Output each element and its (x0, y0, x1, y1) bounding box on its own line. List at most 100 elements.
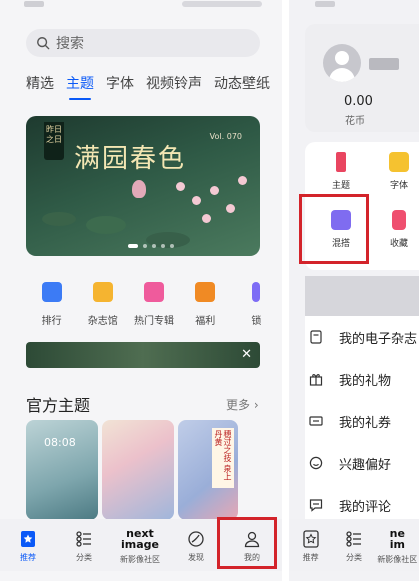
highlight-box-mix (299, 194, 369, 264)
favorite-icon (392, 210, 406, 230)
shortcut-label: 杂志馆 (87, 316, 118, 327)
status-bar (315, 1, 335, 7)
status-bar-right (182, 1, 262, 7)
placeholder-banner (305, 276, 419, 316)
more-label: 更多 (226, 398, 251, 412)
theme-card-row: 08:08 穗过之技 泉上丹黄 (26, 420, 238, 520)
menu-item-my-coupons[interactable]: 我的礼券 (305, 400, 419, 442)
card-poem: 穗过之技 泉上丹黄 (212, 428, 234, 488)
highlight-box-mine (217, 517, 277, 569)
mine-page-screen: 0.00 花币 主题 字体 混搭 收藏 我的电子杂志 我的礼物 我的礼券 兴趣偏… (289, 0, 419, 581)
username-redacted (369, 58, 399, 70)
tab-video-ringtones[interactable]: 视频铃声 (146, 73, 202, 93)
menu-item-my-magazines[interactable]: 我的电子杂志 (305, 316, 419, 358)
shortcut-label: 锁 (251, 316, 262, 327)
shortcut-magazine[interactable]: 杂志馆 (77, 282, 128, 327)
discover-icon (188, 530, 204, 547)
grid-item-favorites[interactable]: 收藏 (377, 210, 419, 249)
nav-next-image[interactable]: next image 新影像社区 (112, 519, 168, 571)
lotus-leaf (42, 212, 76, 226)
nav-recommend[interactable]: 推荐 (289, 519, 332, 571)
more-link[interactable]: 更多 › (226, 396, 259, 413)
shortcut-lock[interactable]: 锁 (231, 282, 282, 327)
status-bar-left (24, 1, 44, 7)
gift-icon (309, 374, 323, 386)
smile-icon (309, 456, 323, 470)
shortcut-welfare[interactable]: 福利 (180, 282, 231, 327)
blossom (210, 186, 219, 195)
grid-label: 收藏 (389, 239, 408, 249)
recommend-icon (21, 530, 35, 547)
card-clock: 08:08 (44, 436, 76, 449)
shortcut-label: 排行 (41, 316, 62, 327)
promo-strip[interactable]: ✕ (26, 342, 260, 368)
blossom (192, 196, 201, 205)
blossom (238, 176, 247, 185)
nav-recommend[interactable]: 推荐 (0, 519, 56, 571)
featured-banner[interactable]: 昨日之日 满园春色 Vol. 070 (26, 116, 260, 256)
status-bar (0, 0, 282, 22)
theme-card[interactable]: 08:08 (26, 420, 98, 520)
search-bar[interactable]: 搜索 (26, 29, 260, 57)
shortcut-label: 热门专辑 (134, 316, 174, 327)
next-image-logo: next image (121, 526, 159, 551)
nav-label: 发现 (188, 552, 204, 562)
banner-tag: 昨日之日 (44, 122, 64, 160)
shortcut-ranking[interactable]: 排行 (26, 282, 77, 327)
theme-store-home-screen: 搜索 精选 主题 字体 视频铃声 动态壁纸 昨日之日 满园春色 Vol. 070 (0, 0, 282, 581)
lock-icon (252, 282, 261, 302)
page-dot (152, 244, 156, 248)
shortcut-row: 排行 杂志馆 热门专辑 福利 锁 (26, 282, 282, 327)
bottom-nav: 推荐 分类 ne im 新影像社区 (289, 519, 419, 571)
nav-label: 推荐 (20, 552, 36, 562)
banner-pagination (128, 244, 174, 248)
nav-category[interactable]: 分类 (56, 519, 112, 571)
tab-featured[interactable]: 精选 (26, 73, 54, 93)
font-icon (389, 152, 409, 172)
nav-discover[interactable]: 发现 (168, 519, 224, 571)
page-dot (128, 244, 138, 248)
comment-icon (309, 499, 323, 512)
avatar-head (335, 51, 349, 65)
next-image-logo: ne im (389, 526, 405, 551)
search-placeholder: 搜索 (56, 36, 84, 52)
close-icon[interactable]: ✕ (241, 347, 252, 362)
menu-label: 我的评论 (339, 499, 392, 515)
avatar[interactable] (323, 44, 361, 82)
page-dot (161, 244, 165, 248)
tab-live-wallpapers[interactable]: 动态壁纸 (214, 73, 270, 93)
brush-icon (336, 152, 346, 172)
menu-label: 我的礼券 (339, 415, 392, 431)
grid-label: 字体 (389, 181, 408, 191)
nav-label: 分类 (345, 552, 362, 562)
nav-next-image[interactable]: ne im 新影像社区 (376, 519, 419, 571)
magazine-icon (92, 282, 113, 302)
nav-label: 分类 (76, 552, 92, 562)
nav-label: 新影像社区 (120, 554, 160, 564)
page-dot (143, 244, 147, 248)
theme-card[interactable]: 穗过之技 泉上丹黄 (178, 420, 238, 520)
banner-title: 满园春色 (74, 144, 187, 174)
nav-category[interactable]: 分类 (332, 519, 375, 571)
theme-card[interactable] (102, 420, 174, 520)
menu-item-interests[interactable]: 兴趣偏好 (305, 442, 419, 484)
grid-label: 主题 (331, 181, 350, 191)
menu-item-my-gifts[interactable]: 我的礼物 (305, 358, 419, 400)
banner-volume: Vol. 070 (209, 132, 242, 141)
grid-item-themes[interactable]: 主题 (319, 152, 363, 191)
shortcut-hot-albums[interactable]: 热门专辑 (128, 282, 179, 327)
recommend-icon (303, 529, 319, 548)
tab-themes[interactable]: 主题 (66, 73, 94, 100)
blossom (226, 204, 235, 213)
menu-label: 我的礼物 (339, 373, 392, 389)
tab-fonts[interactable]: 字体 (106, 73, 134, 93)
lotus-flower (132, 180, 146, 198)
category-icon (346, 530, 361, 547)
category-tabs: 精选 主题 字体 视频铃声 动态壁纸 (26, 73, 282, 100)
shortcut-label: 福利 (195, 316, 216, 327)
grid-item-fonts[interactable]: 字体 (377, 152, 419, 191)
nav-label: 推荐 (302, 552, 319, 562)
coupon-icon (309, 416, 323, 426)
coin-label: 花币 (345, 116, 365, 127)
coin-balance[interactable]: 0.00 (344, 94, 373, 109)
